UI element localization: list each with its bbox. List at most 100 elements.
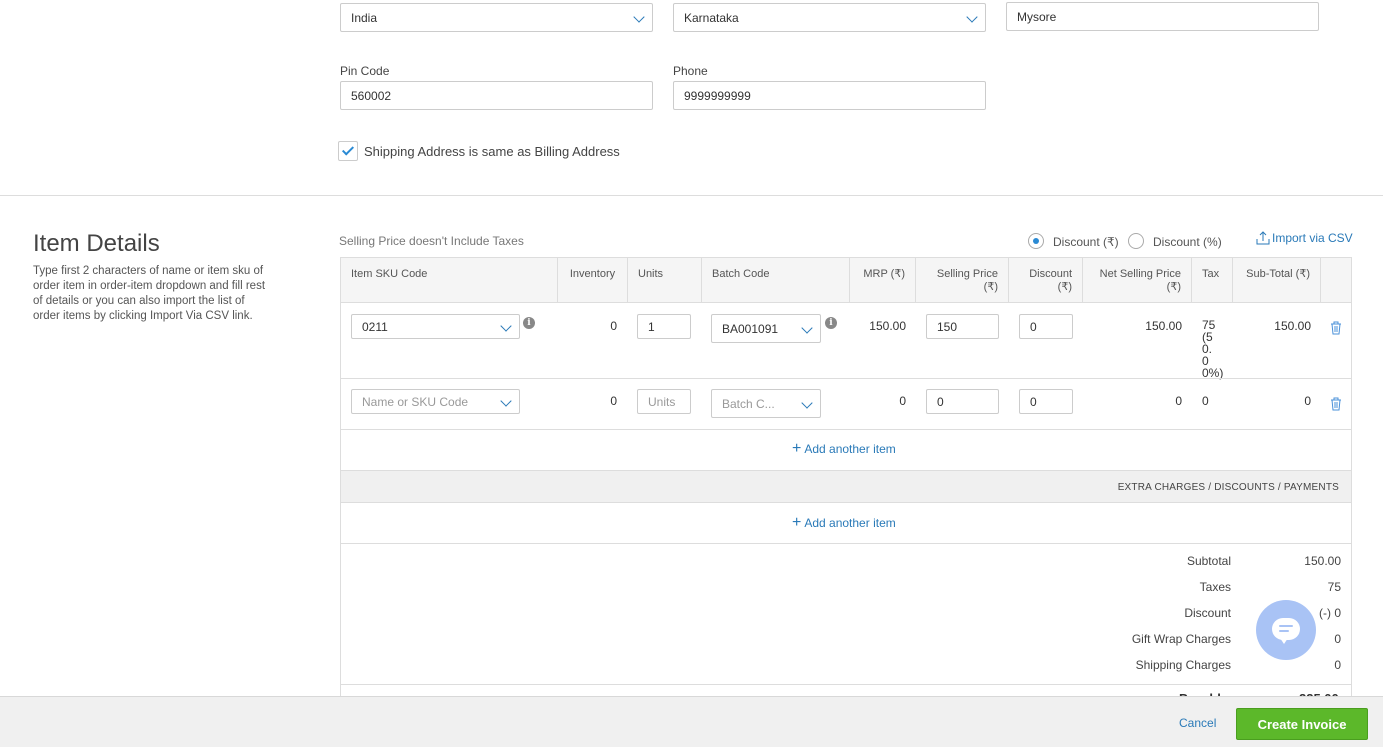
country-value: India bbox=[351, 10, 378, 25]
pin-code-field[interactable]: 560002 bbox=[340, 81, 653, 110]
chat-line bbox=[1279, 630, 1289, 632]
header-mrp: MRP (₹) bbox=[850, 258, 916, 303]
units-field[interactable]: Units bbox=[637, 389, 691, 414]
subtotal-amount: 150.00 bbox=[1304, 554, 1341, 568]
selling-price-field[interactable]: 150 bbox=[926, 314, 999, 339]
batch-select[interactable]: Batch C... bbox=[711, 389, 821, 418]
net-selling-value: 0 bbox=[1175, 394, 1182, 408]
header-batch: Batch Code bbox=[702, 258, 850, 303]
header-subtotal: Sub-Total (₹) bbox=[1233, 258, 1321, 303]
tax-value: 75 (50.00%) bbox=[1202, 318, 1224, 380]
row-divider bbox=[341, 378, 1351, 379]
taxes-label: Taxes bbox=[1199, 580, 1231, 594]
chevron-down-icon bbox=[500, 395, 512, 407]
batch-value: BA001091 bbox=[722, 321, 779, 336]
inventory-value: 0 bbox=[610, 394, 617, 408]
chat-icon bbox=[1272, 618, 1300, 644]
row-divider bbox=[341, 543, 1351, 544]
selling-price-value: 150 bbox=[937, 319, 958, 334]
extra-charges-bar: EXTRA CHARGES / DISCOUNTS / PAYMENTS bbox=[341, 470, 1351, 503]
mrp-value: 150.00 bbox=[869, 319, 906, 333]
tax-note: Selling Price doesn't Include Taxes bbox=[339, 234, 524, 248]
discount-value: 0 bbox=[1030, 394, 1037, 409]
same-address-checkbox[interactable] bbox=[338, 141, 358, 161]
header-sku: Item SKU Code bbox=[341, 258, 558, 303]
checkmark-icon bbox=[341, 143, 355, 156]
inventory-value: 0 bbox=[610, 319, 617, 333]
sku-value: 0211 bbox=[362, 319, 388, 334]
mrp-value: 0 bbox=[899, 394, 906, 408]
section-description: Type first 2 characters of name or item … bbox=[33, 265, 266, 322]
subtotal-value: 150.00 bbox=[1274, 319, 1311, 333]
chat-button[interactable] bbox=[1256, 600, 1316, 660]
same-address-label: Shipping Address is same as Billing Addr… bbox=[364, 144, 620, 159]
chevron-down-icon bbox=[966, 11, 978, 23]
trash-icon[interactable] bbox=[1330, 397, 1342, 411]
row-divider bbox=[341, 684, 1351, 685]
chevron-down-icon bbox=[801, 322, 813, 334]
state-select[interactable]: Karnataka bbox=[673, 3, 986, 32]
extra-charges-label: EXTRA CHARGES / DISCOUNTS / PAYMENTS bbox=[1117, 482, 1339, 493]
items-table: Item SKU Code Inventory Units Batch Code… bbox=[340, 257, 1352, 706]
batch-select[interactable]: BA001091 bbox=[711, 314, 821, 343]
page: India Karnataka Mysore Pin Code 560002 P… bbox=[0, 0, 1383, 747]
discount-amount: (-) 0 bbox=[1319, 606, 1341, 620]
sku-placeholder: Name or SKU Code bbox=[362, 394, 469, 409]
phone-label: Phone bbox=[673, 64, 708, 78]
sku-select[interactable]: 0211 bbox=[351, 314, 520, 339]
header-inventory: Inventory bbox=[558, 258, 628, 303]
gift-wrap-label: Gift Wrap Charges bbox=[1131, 632, 1231, 646]
discount-field[interactable]: 0 bbox=[1019, 389, 1073, 414]
discount-percent-label: Discount (%) bbox=[1153, 235, 1222, 249]
header-discount: Discount (₹) bbox=[1009, 258, 1083, 303]
pin-code-label: Pin Code bbox=[340, 64, 390, 78]
import-csv-link[interactable]: Import via CSV bbox=[1256, 231, 1353, 245]
footer-bar: Cancel Create Invoice bbox=[0, 696, 1383, 747]
chevron-down-icon bbox=[801, 397, 813, 409]
trash-icon[interactable] bbox=[1330, 321, 1342, 335]
cancel-button[interactable]: Cancel bbox=[1179, 716, 1216, 730]
city-field[interactable]: Mysore bbox=[1006, 2, 1319, 31]
discount-field[interactable]: 0 bbox=[1019, 314, 1073, 339]
import-csv-label: Import via CSV bbox=[1272, 231, 1353, 245]
section-title: Item Details bbox=[33, 230, 160, 257]
shipping-label: Shipping Charges bbox=[1135, 658, 1231, 672]
discount-percent-radio[interactable] bbox=[1128, 233, 1144, 249]
discount-rupee-radio[interactable] bbox=[1028, 233, 1044, 249]
plus-icon: + bbox=[792, 514, 802, 531]
row-divider bbox=[341, 429, 1351, 430]
phone-field[interactable]: 9999999999 bbox=[673, 81, 986, 110]
selling-price-value: 0 bbox=[937, 394, 944, 409]
sku-select[interactable]: Name or SKU Code bbox=[351, 389, 520, 414]
radio-dot-icon bbox=[1033, 238, 1039, 244]
country-select[interactable]: India bbox=[340, 3, 653, 32]
header-units: Units bbox=[628, 258, 702, 303]
add-item-label: Add another item bbox=[804, 442, 896, 456]
chevron-down-icon bbox=[633, 11, 645, 23]
add-charge-link[interactable]: + Add another item bbox=[792, 514, 896, 531]
section-divider bbox=[0, 195, 1383, 196]
add-item-link[interactable]: + Add another item bbox=[792, 441, 896, 457]
header-net-selling-price: Net Selling Price (₹) bbox=[1083, 258, 1192, 303]
create-invoice-button[interactable]: Create Invoice bbox=[1236, 708, 1368, 740]
batch-placeholder: Batch C... bbox=[722, 396, 775, 411]
discount-rupee-label: Discount (₹) bbox=[1053, 235, 1119, 249]
tax-value: 0 bbox=[1202, 394, 1209, 408]
info-icon[interactable]: i bbox=[825, 317, 837, 329]
units-field[interactable]: 1 bbox=[637, 314, 691, 339]
selling-price-field[interactable]: 0 bbox=[926, 389, 999, 414]
subtotal-value: 0 bbox=[1304, 394, 1311, 408]
city-value: Mysore bbox=[1017, 9, 1057, 24]
units-placeholder: Units bbox=[648, 394, 676, 409]
units-value: 1 bbox=[648, 319, 655, 334]
add-charge-label: Add another item bbox=[804, 516, 896, 530]
table-header: Item SKU Code Inventory Units Batch Code… bbox=[341, 258, 1351, 303]
chevron-down-icon bbox=[500, 320, 512, 332]
info-icon[interactable]: i bbox=[523, 317, 535, 329]
header-selling-price: Selling Price (₹) bbox=[916, 258, 1009, 303]
discount-value: 0 bbox=[1030, 319, 1037, 334]
phone-value: 9999999999 bbox=[684, 88, 751, 103]
upload-icon bbox=[1256, 231, 1270, 245]
shipping-amount: 0 bbox=[1334, 658, 1341, 672]
net-selling-value: 150.00 bbox=[1145, 319, 1182, 333]
